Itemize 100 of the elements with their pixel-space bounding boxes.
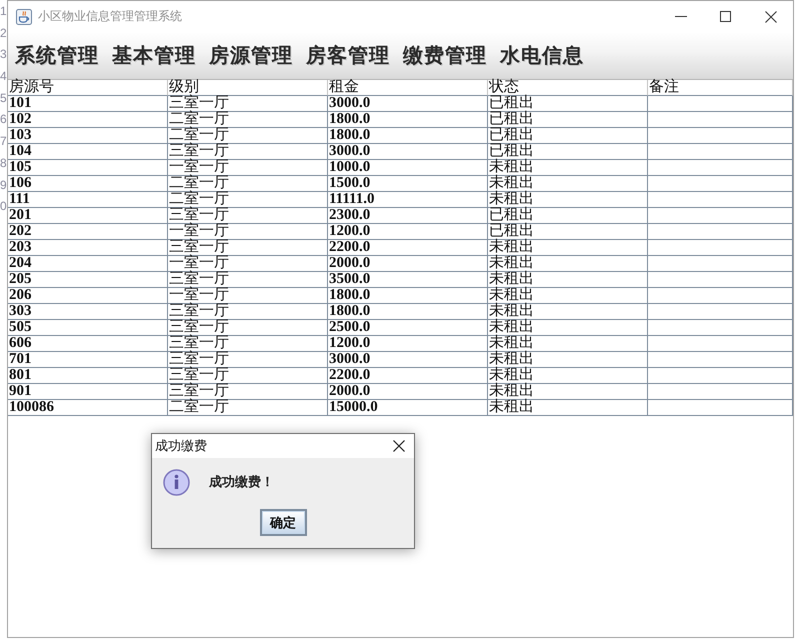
menu-item[interactable]: 房源管理 — [209, 42, 293, 69]
column-header: 租金 — [328, 80, 488, 96]
table-cell: 一室一厅 — [168, 224, 328, 240]
line-number: 3 — [0, 46, 7, 64]
table-cell: 801 — [8, 368, 168, 384]
menu-item[interactable]: 缴费管理 — [403, 42, 487, 69]
table-cell: 3000.0 — [328, 96, 488, 112]
table-cell: 未租出 — [488, 352, 648, 368]
line-number: 5 — [0, 90, 7, 107]
table-cell: 2000.0 — [328, 384, 488, 400]
table-cell: 二室一厅 — [168, 400, 328, 416]
table-cell: 206 — [8, 288, 168, 304]
table-cell: 未租出 — [488, 272, 648, 288]
table-cell: 已租出 — [488, 112, 648, 128]
line-number: 7 — [0, 133, 7, 150]
dialog-close-button[interactable] — [393, 440, 405, 452]
table-cell: 未租出 — [488, 400, 648, 416]
table-cell: 701 — [8, 352, 168, 368]
window-title: 小区物业信息管理管理系统 — [38, 8, 182, 25]
minimize-icon — [674, 16, 686, 17]
table-cell: 606 — [8, 336, 168, 352]
line-number: 1 — [0, 3, 7, 20]
line-number: 0 — [0, 198, 7, 216]
table-cell: 101 — [8, 96, 168, 112]
table-cell: 203 — [8, 240, 168, 256]
table-cell: 未租出 — [488, 256, 648, 272]
table-cell: 三室一厅 — [168, 96, 328, 112]
table-cell: 三室一厅 — [168, 352, 328, 368]
table-cell: 三室一厅 — [168, 272, 328, 288]
table-cell: 3500.0 — [328, 272, 488, 288]
line-number: 6 — [0, 111, 7, 128]
maximize-icon — [720, 11, 731, 22]
table-cell: 1000.0 — [328, 160, 488, 176]
table-cell: 104 — [8, 144, 168, 160]
table-cell: 未租出 — [488, 176, 648, 192]
table-cell: 三室一厅 — [168, 240, 328, 256]
line-number: 8 — [0, 154, 7, 172]
close-icon — [764, 10, 776, 22]
table-cell: 二室一厅 — [168, 128, 328, 144]
table-cell: 106 — [8, 176, 168, 192]
table-cell: 15000.0 — [328, 400, 488, 416]
table-cell: 未租出 — [488, 320, 648, 336]
table-cell: 105 — [8, 160, 168, 176]
table-cell: 三室一厅 — [168, 304, 328, 320]
menu-item[interactable]: 房客管理 — [306, 42, 390, 69]
table-cell: 100086 — [8, 400, 168, 416]
line-number: 9 — [0, 176, 7, 194]
table-cell: 已租出 — [488, 208, 648, 224]
table-cell: 二室一厅 — [168, 176, 328, 192]
table-cell: 11111.0 — [328, 192, 488, 208]
table-cell: 未租出 — [488, 336, 648, 352]
table-cell: 三室一厅 — [168, 144, 328, 160]
column-header: 房源号 — [8, 80, 168, 96]
close-icon — [393, 440, 405, 452]
table-cell: 1800.0 — [328, 112, 488, 128]
table-cell: 2200.0 — [328, 240, 488, 256]
table-cell: 一室一厅 — [168, 256, 328, 272]
table-cell: 2300.0 — [328, 208, 488, 224]
table-cell: 未租出 — [488, 240, 648, 256]
menu-item[interactable]: 基本管理 — [112, 42, 196, 69]
table-cell: 201 — [8, 208, 168, 224]
table-cell: 未租出 — [488, 192, 648, 208]
table-cell: 一室一厅 — [168, 288, 328, 304]
table-cell: 已租出 — [488, 144, 648, 160]
table-cell: 三室一厅 — [168, 336, 328, 352]
table-cell: 3000.0 — [328, 144, 488, 160]
column-header: 级别 — [168, 80, 328, 96]
table-cell: 未租出 — [488, 160, 648, 176]
table-cell: 已租出 — [488, 96, 648, 112]
table-cell: 已租出 — [488, 128, 648, 144]
table-cell: 未租出 — [488, 288, 648, 304]
table-cell: 未租出 — [488, 304, 648, 320]
info-icon — [163, 468, 190, 496]
dialog-title: 成功缴费 — [155, 437, 207, 455]
table-cell: 202 — [8, 224, 168, 240]
menu-item[interactable]: 系统管理 — [15, 42, 99, 69]
table-cell: 三室一厅 — [168, 208, 328, 224]
table-cell: 1200.0 — [328, 224, 488, 240]
table-cell: 901 — [8, 384, 168, 400]
table-cell: 三室一厅 — [168, 384, 328, 400]
table-cell: 2500.0 — [328, 320, 488, 336]
table-cell: 1800.0 — [328, 288, 488, 304]
table-cell: 1800.0 — [328, 128, 488, 144]
line-number: 4 — [0, 68, 7, 86]
table-cell: 二室一厅 — [168, 112, 328, 128]
table-cell: 已租出 — [488, 224, 648, 240]
table-cell: 111 — [8, 192, 168, 208]
table-cell: 204 — [8, 256, 168, 272]
ok-button[interactable]: 确定 — [260, 509, 306, 536]
table-cell: 205 — [8, 272, 168, 288]
table-cell: 102 — [8, 112, 168, 128]
menu-item[interactable]: 水电信息 — [500, 42, 584, 69]
table-cell: 1500.0 — [328, 176, 488, 192]
table-cell: 未租出 — [488, 384, 648, 400]
table-cell: 3000.0 — [328, 352, 488, 368]
table-cell: 三室一厅 — [168, 320, 328, 336]
table-cell: 1200.0 — [328, 336, 488, 352]
table-cell: 三室一厅 — [168, 368, 328, 384]
column-header: 状态 — [488, 80, 648, 96]
table-cell: 103 — [8, 128, 168, 144]
